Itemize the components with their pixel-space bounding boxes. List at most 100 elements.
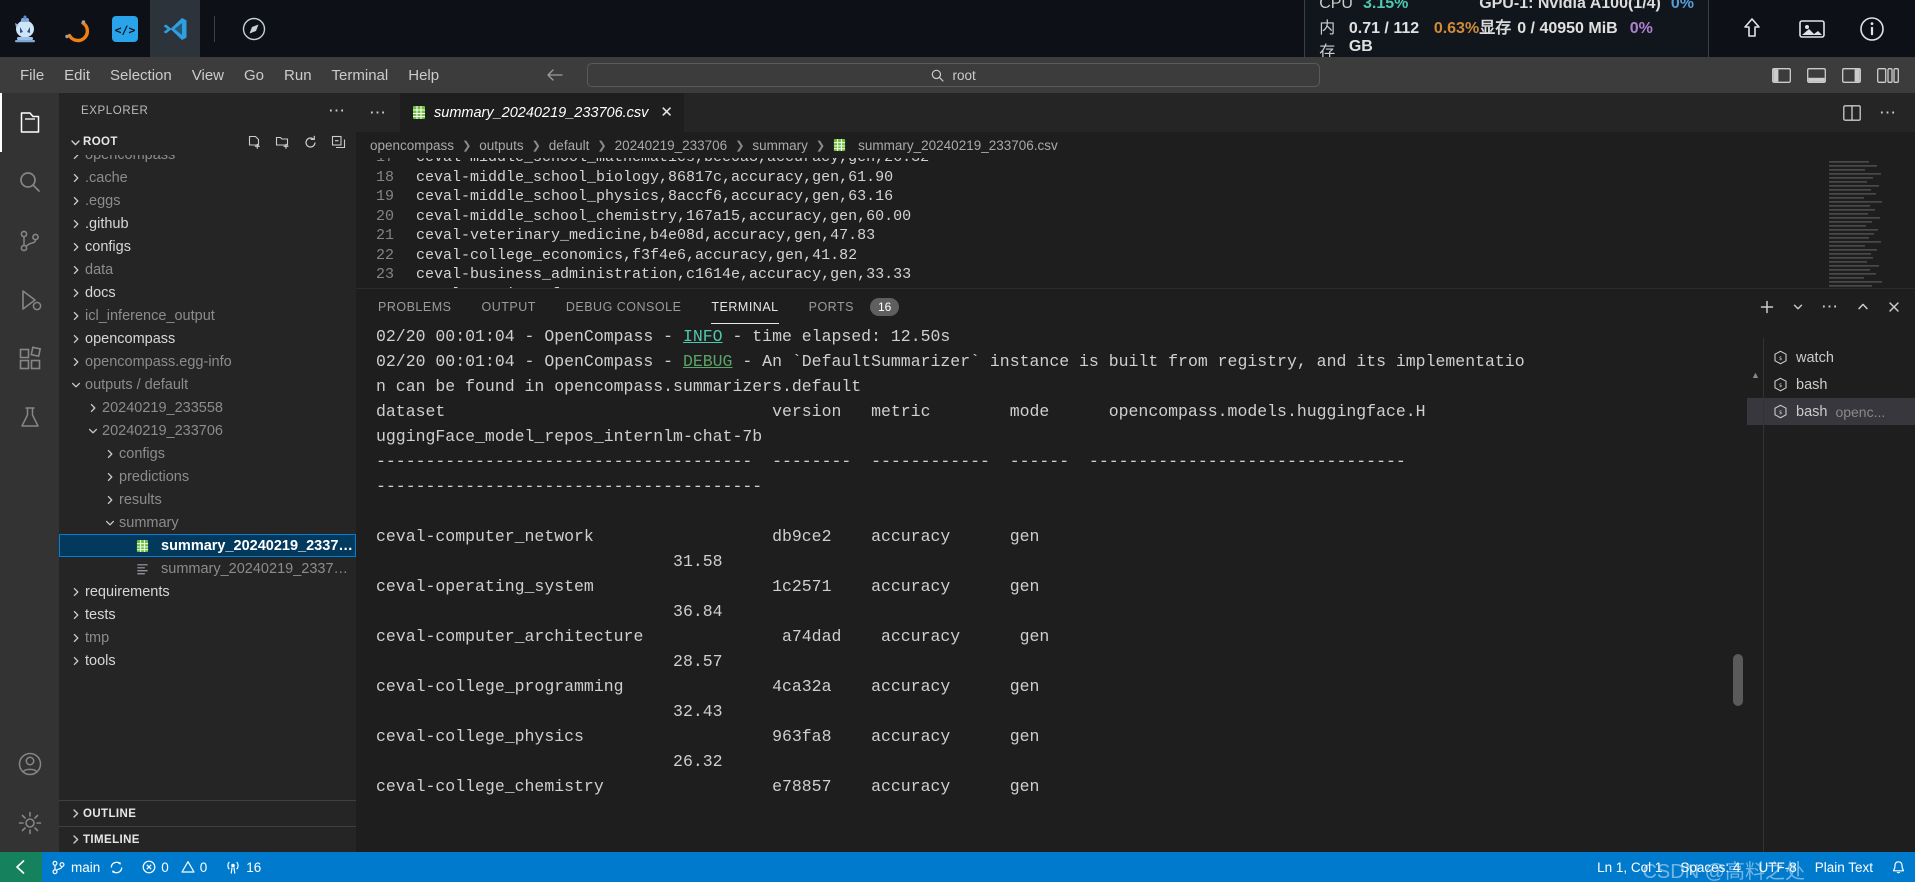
menu-view[interactable]: View (182, 63, 234, 88)
chevron-up-icon[interactable] (1856, 300, 1870, 314)
tree-item[interactable]: opencompass (59, 327, 356, 350)
new-terminal-icon[interactable] (1759, 299, 1775, 315)
breadcrumb-item[interactable]: summary (750, 138, 810, 153)
tree-item[interactable]: summary_20240219_233706.csv (59, 534, 356, 557)
close-icon[interactable]: ✕ (660, 105, 673, 120)
bell-icon[interactable] (1882, 852, 1915, 882)
gear-icon[interactable] (0, 793, 59, 852)
menu-run[interactable]: Run (274, 63, 322, 88)
breadcrumb-item[interactable]: 20240219_233706 (613, 138, 730, 153)
close-icon[interactable] (1887, 300, 1901, 314)
tree-item[interactable]: summary (59, 511, 356, 534)
panel-bottom-icon[interactable] (1807, 67, 1826, 83)
text-editor[interactable]: 17ceval-middle_school_mathematics,bee0a3… (356, 158, 1915, 288)
status-language-mode[interactable]: Plain Text (1806, 852, 1882, 882)
tree-item[interactable]: predictions (59, 465, 356, 488)
info-icon[interactable] (1855, 12, 1889, 46)
panel-left-icon[interactable] (1772, 67, 1791, 83)
menu-go[interactable]: Go (234, 63, 274, 88)
breadcrumb-item[interactable]: outputs (477, 138, 525, 153)
tree-item[interactable]: docs (59, 281, 356, 304)
terminal-list-item[interactable]: $ watch (1747, 344, 1915, 371)
terminal-scrollbar[interactable] (1733, 654, 1743, 706)
vscode-icon[interactable] (150, 0, 200, 57)
file-tree[interactable]: opencompass .cache .eggs .github configs data… (59, 155, 356, 800)
menu-edit[interactable]: Edit (54, 63, 100, 88)
tree-item[interactable]: configs (59, 235, 356, 258)
tab-terminal[interactable]: TERMINAL (711, 289, 779, 324)
status-ports[interactable]: 16 (216, 852, 270, 882)
tree-item[interactable]: tmp (59, 626, 356, 649)
openbayes-logo-icon[interactable] (0, 0, 50, 57)
tree-item[interactable]: 20240219_233558 (59, 396, 356, 419)
section-outline[interactable]: OUTLINE (59, 800, 356, 826)
breadcrumb-item[interactable]: default (547, 138, 592, 153)
tree-item[interactable]: opencompass.egg-info (59, 350, 356, 373)
compass-icon[interactable] (229, 0, 279, 57)
upload-icon[interactable] (1735, 12, 1769, 46)
account-icon[interactable] (0, 734, 59, 793)
menu-help[interactable]: Help (398, 63, 449, 88)
tree-item[interactable]: requirements (59, 580, 356, 603)
terminal-list-item[interactable]: $ bash (1747, 371, 1915, 398)
remote-window-icon[interactable] (0, 852, 42, 882)
status-branch[interactable]: main (42, 852, 133, 882)
section-timeline[interactable]: TIMELINE (59, 826, 356, 852)
panel-right-icon[interactable] (1842, 67, 1861, 83)
tree-item[interactable]: tools (59, 649, 356, 672)
collapse-arrow-icon[interactable]: ▲ (1751, 370, 1760, 380)
new-folder-icon[interactable] (275, 135, 290, 150)
tree-item[interactable]: outputs / default (59, 373, 356, 396)
tab-debug-console[interactable]: DEBUG CONSOLE (566, 289, 682, 324)
tree-item[interactable]: opencompass (59, 155, 356, 166)
status-cursor-position[interactable]: Ln 1, Col 1 (1588, 852, 1671, 882)
editor-tab[interactable]: summary_20240219_233706.csv ✕ (400, 93, 685, 132)
sidebar-item-extensions[interactable] (0, 329, 59, 388)
status-problems[interactable]: 0 0 (133, 852, 216, 882)
layout-grid-icon[interactable] (1877, 67, 1899, 83)
sidebar-item-explorer[interactable] (0, 93, 59, 152)
sidebar-item-testing[interactable] (0, 388, 59, 447)
breadcrumb[interactable]: opencompass ❯ outputs ❯ default ❯ 20240219_233… (356, 132, 1915, 158)
tree-item[interactable]: .eggs (59, 189, 356, 212)
image-icon[interactable] (1795, 12, 1829, 46)
ellipsis-icon[interactable]: ⋯ (328, 101, 346, 121)
tree-item[interactable]: 20240219_233706 (59, 419, 356, 442)
ellipsis-icon[interactable]: ⋯ (1821, 298, 1839, 315)
chevron-down-icon[interactable] (1792, 301, 1804, 313)
ellipsis-icon[interactable]: ⋯ (1879, 103, 1897, 123)
terminal-list-item[interactable]: $ bash openc... (1747, 398, 1915, 425)
ellipsis-icon[interactable]: ⋯ (356, 93, 400, 132)
breadcrumb-item[interactable]: opencompass (368, 138, 456, 153)
arrow-left-icon[interactable] (545, 67, 565, 83)
new-file-icon[interactable] (247, 135, 262, 150)
sidebar-item-run-and-debug[interactable] (0, 270, 59, 329)
sync-icon[interactable] (109, 860, 124, 875)
status-indentation[interactable]: Spaces: 4 (1671, 852, 1749, 882)
tree-item[interactable]: results (59, 488, 356, 511)
root-folder-header[interactable]: ROOT (59, 129, 356, 155)
tab-problems[interactable]: PROBLEMS (378, 289, 451, 324)
minimap[interactable] (1827, 158, 1893, 288)
tree-item[interactable]: .cache (59, 166, 356, 189)
sun-orange-icon[interactable] (50, 0, 100, 57)
tree-item[interactable]: .github (59, 212, 356, 235)
code-brackets-icon[interactable]: </> (100, 0, 150, 57)
sidebar-item-source-control[interactable] (0, 211, 59, 270)
tree-item[interactable]: icl_inference_output (59, 304, 356, 327)
menu-terminal[interactable]: Terminal (322, 63, 399, 88)
status-encoding[interactable]: UTF-8 (1749, 852, 1805, 882)
tree-item[interactable]: data (59, 258, 356, 281)
menu-selection[interactable]: Selection (100, 63, 182, 88)
search-input[interactable]: root (587, 63, 1321, 87)
tree-item[interactable]: summary_20240219_233706.txt (59, 557, 356, 580)
tree-item[interactable]: configs (59, 442, 356, 465)
split-editor-icon[interactable] (1843, 104, 1861, 121)
collapse-all-icon[interactable] (331, 135, 346, 150)
refresh-icon[interactable] (303, 135, 318, 150)
breadcrumb-item[interactable]: summary_20240219_233706.csv (831, 138, 1060, 153)
terminal-output[interactable]: 02/20 00:01:04 - OpenCompass - INFO - ti… (356, 324, 1747, 852)
tab-output[interactable]: OUTPUT (481, 289, 535, 324)
tree-item[interactable]: tests (59, 603, 356, 626)
sidebar-item-search[interactable] (0, 152, 59, 211)
